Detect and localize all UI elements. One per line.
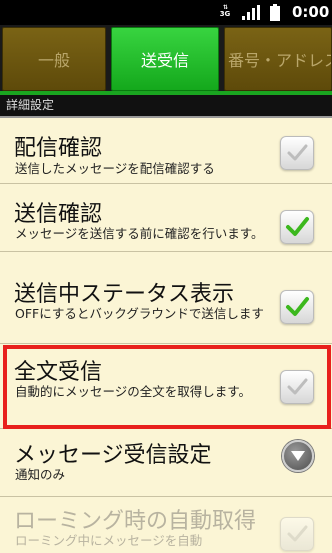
setting-full-text-receive[interactable]: 全文受信 自動的にメッセージの全文を取得します。 (0, 344, 332, 429)
setting-message-receive[interactable]: メッセージ受信設定 通知のみ (0, 429, 332, 497)
chevron-down-icon (291, 451, 305, 461)
checkmark-icon (287, 525, 308, 542)
setting-summary: 通知のみ (15, 467, 66, 482)
sending-status-checkbox[interactable] (280, 290, 314, 324)
3g-data-icon: ⇅ 3G (219, 4, 231, 18)
full-text-receive-checkbox[interactable] (280, 370, 314, 404)
setting-roaming-auto-fetch: ローミング時の自動取得 ローミング中にメッセージを自動 (0, 497, 332, 553)
tab-general[interactable]: 一般 (2, 27, 106, 91)
setting-title: 送信中ステータス表示 (14, 282, 235, 307)
delivery-confirm-checkbox[interactable] (280, 136, 314, 170)
section-header: 詳細設定 (0, 95, 332, 118)
setting-summary: ローミング中にメッセージを自動 (15, 533, 203, 548)
checkmark-icon (286, 297, 309, 316)
tab-send-receive[interactable]: 送受信 (111, 27, 219, 91)
setting-summary: 送信したメッセージを配信確認する (15, 161, 215, 176)
tab-bar: 一般 送受信 番号・アドレス (0, 25, 332, 95)
checkmark-icon (286, 217, 309, 236)
setting-send-confirm[interactable]: 送信確認 メッセージを送信する前に確認を行います。 (0, 184, 332, 252)
send-confirm-checkbox[interactable] (280, 210, 314, 244)
setting-title: 配信確認 (14, 136, 103, 161)
battery-icon (270, 4, 280, 21)
checkmark-icon (287, 378, 308, 395)
roaming-auto-fetch-checkbox (280, 517, 314, 551)
clock: 0:00 (292, 3, 330, 21)
message-receive-dropdown[interactable] (282, 440, 314, 472)
setting-summary: メッセージを送信する前に確認を行います。 (15, 226, 264, 241)
setting-delivery-confirm[interactable]: 配信確認 送信したメッセージを配信確認する (0, 118, 332, 184)
setting-summary: 自動的にメッセージの全文を取得します。 (15, 384, 252, 399)
setting-sending-status[interactable]: 送信中ステータス表示 OFFにするとバックグラウンドで送信します (0, 252, 332, 344)
setting-title: メッセージ受信設定 (14, 443, 212, 468)
setting-title: ローミング時の自動取得 (14, 509, 257, 534)
setting-title: 全文受信 (14, 360, 103, 385)
signal-icon (242, 5, 260, 20)
settings-list[interactable]: 配信確認 送信したメッセージを配信確認する 送信確認 メッセージを送信する前に確… (0, 118, 332, 553)
checkmark-icon (287, 144, 308, 161)
tab-number-address[interactable]: 番号・アドレス (224, 27, 332, 91)
status-bar: ⇅ 3G 0:00 (0, 0, 332, 25)
setting-title: 送信確認 (14, 202, 103, 227)
setting-summary: OFFにするとバックグラウンドで送信します (15, 306, 264, 321)
